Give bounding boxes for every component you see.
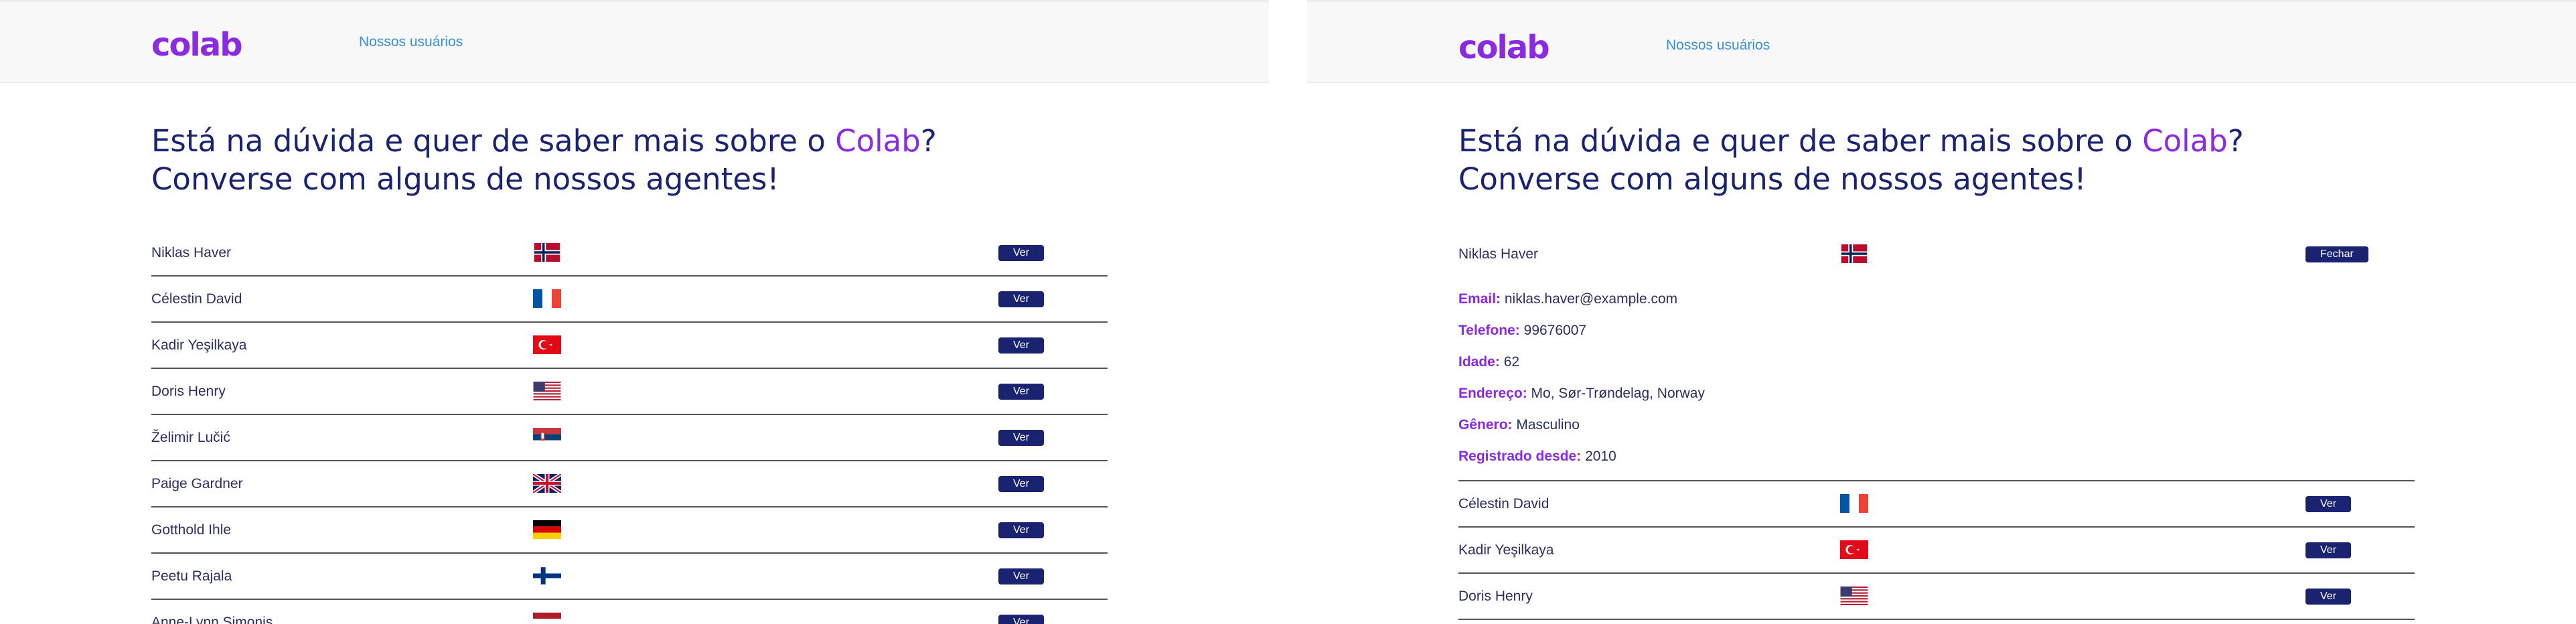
users-page-collapsed: colab Nossos usuários Está na dúvida e q… (0, 0, 1269, 624)
title-brand: Colab (835, 123, 921, 159)
detail-label: Email: (1458, 291, 1501, 307)
user-name: Anne-Lynn Simonis (151, 615, 273, 624)
close-button[interactable]: Fechar (2305, 246, 2368, 262)
nav-link-users[interactable]: Nossos usuários (359, 34, 463, 50)
detail-value: 2010 (1585, 449, 1616, 464)
user-name: Gotthold Ihle (151, 522, 232, 538)
view-button[interactable]: Ver (998, 615, 1045, 624)
norway-flag-icon (533, 243, 561, 262)
list-item: Kadir Yeşilkaya Ver (151, 323, 1108, 369)
title-brand: Colab (2142, 123, 2228, 159)
view-button[interactable]: Ver (998, 337, 1045, 354)
title-line-2: Converse com alguns de nossos agentes! (151, 161, 779, 197)
list-item: Niklas Haver Ver (151, 230, 1108, 277)
detail-age: Idade: 62 (1458, 346, 2415, 378)
colab-logo[interactable]: colab (1458, 29, 1550, 66)
list-item: Peetu Rajala Ver (151, 554, 1108, 600)
title-prefix: Está na dúvida e quer de saber mais sobr… (151, 123, 836, 159)
user-name: Célestin David (151, 291, 242, 307)
list-item-expanded: Niklas Haver Fechar (1458, 232, 2415, 277)
title-line-2: Converse com alguns de nossos agentes! (1458, 161, 2087, 197)
germany-flag-icon (533, 520, 561, 539)
user-name: Niklas Haver (1458, 246, 1539, 262)
detail-address: Endereço: Mo, Sør-Trøndelag, Norway (1458, 378, 2415, 409)
user-name: Doris Henry (1458, 589, 1533, 604)
view-button[interactable]: Ver (998, 245, 1045, 261)
title-prefix: Está na dúvida e quer de saber mais sobr… (1458, 123, 2143, 159)
colab-logo[interactable]: colab (151, 26, 243, 64)
view-button[interactable]: Ver (998, 384, 1045, 400)
view-button[interactable]: Ver (998, 476, 1045, 492)
usa-flag-icon (1840, 587, 1868, 605)
user-name: Célestin David (1458, 496, 1549, 512)
top-navbar: colab Nossos usuários (1307, 0, 2576, 83)
panel-gap (1269, 0, 1307, 624)
list-item: Célestin David Ver (151, 277, 1108, 323)
user-name: Kadir Yeşilkaya (151, 337, 247, 353)
serbia-flag-icon (533, 428, 561, 447)
view-button[interactable]: Ver (2305, 589, 2352, 605)
detail-value: niklas.haver@example.com (1504, 291, 1678, 307)
detail-value: 62 (1503, 354, 1520, 370)
title-suffix: ? (2227, 123, 2244, 159)
user-details: Email: niklas.haver@example.com Telefone… (1458, 277, 2415, 481)
page-title: Está na dúvida e quer de saber mais sobr… (1458, 122, 2244, 198)
detail-value: Mo, Sør-Trøndelag, Norway (1531, 386, 1705, 401)
users-list: Niklas Haver Fechar Email: niklas.haver@… (1458, 232, 2415, 620)
detail-label: Idade: (1458, 354, 1500, 370)
detail-value: Masculino (1516, 417, 1580, 433)
netherlands-flag-icon (533, 613, 561, 624)
list-item: Doris Henry Ver (151, 369, 1108, 415)
list-item: Želimir Lučić Ver (151, 415, 1108, 461)
list-item: Anne-Lynn Simonis Ver (151, 600, 1108, 624)
user-name: Kadir Yeşilkaya (1458, 542, 1554, 558)
turkey-flag-icon (533, 335, 561, 354)
users-list: Niklas Haver Ver Célestin David Ver Kadi… (151, 230, 1108, 624)
detail-label: Telefone: (1458, 323, 1520, 338)
view-button[interactable]: Ver (2305, 542, 2352, 558)
france-flag-icon (1840, 494, 1868, 513)
detail-label: Endereço: (1458, 386, 1527, 401)
users-page-expanded: colab Nossos usuários Está na dúvida e q… (1307, 0, 2576, 624)
nav-link-users[interactable]: Nossos usuários (1666, 37, 1770, 54)
uk-flag-icon (533, 474, 561, 493)
detail-gender: Gênero: Masculino (1458, 409, 2415, 441)
detail-label: Gênero: (1458, 417, 1513, 433)
page-title: Está na dúvida e quer de saber mais sobr… (151, 122, 937, 198)
list-item: Célestin David Ver (1458, 481, 2415, 528)
user-name: Želimir Lučić (151, 430, 230, 445)
list-item: Doris Henry Ver (1458, 574, 2415, 620)
usa-flag-icon (533, 382, 561, 400)
finland-flag-icon (533, 566, 561, 585)
detail-email: Email: niklas.haver@example.com (1458, 283, 2415, 315)
top-navbar: colab Nossos usuários (0, 0, 1269, 83)
title-suffix: ? (920, 123, 937, 159)
detail-label: Registrado desde: (1458, 449, 1582, 464)
detail-registered: Registrado desde: 2010 (1458, 441, 2415, 472)
user-name: Niklas Haver (151, 245, 232, 260)
view-button[interactable]: Ver (998, 522, 1045, 538)
user-name: Doris Henry (151, 384, 226, 399)
view-button[interactable]: Ver (2305, 496, 2352, 512)
list-item: Paige Gardner Ver (151, 461, 1108, 508)
user-name: Paige Gardner (151, 476, 243, 491)
list-item: Gotthold Ihle Ver (151, 508, 1108, 554)
france-flag-icon (533, 289, 561, 308)
norway-flag-icon (1840, 244, 1868, 263)
view-button[interactable]: Ver (998, 430, 1045, 446)
list-item: Kadir Yeşilkaya Ver (1458, 528, 2415, 574)
view-button[interactable]: Ver (998, 291, 1045, 307)
detail-value: 99676007 (1523, 323, 1587, 338)
turkey-flag-icon (1840, 540, 1868, 559)
detail-phone: Telefone: 99676007 (1458, 315, 2415, 346)
view-button[interactable]: Ver (998, 568, 1045, 584)
user-name: Peetu Rajala (151, 568, 232, 584)
